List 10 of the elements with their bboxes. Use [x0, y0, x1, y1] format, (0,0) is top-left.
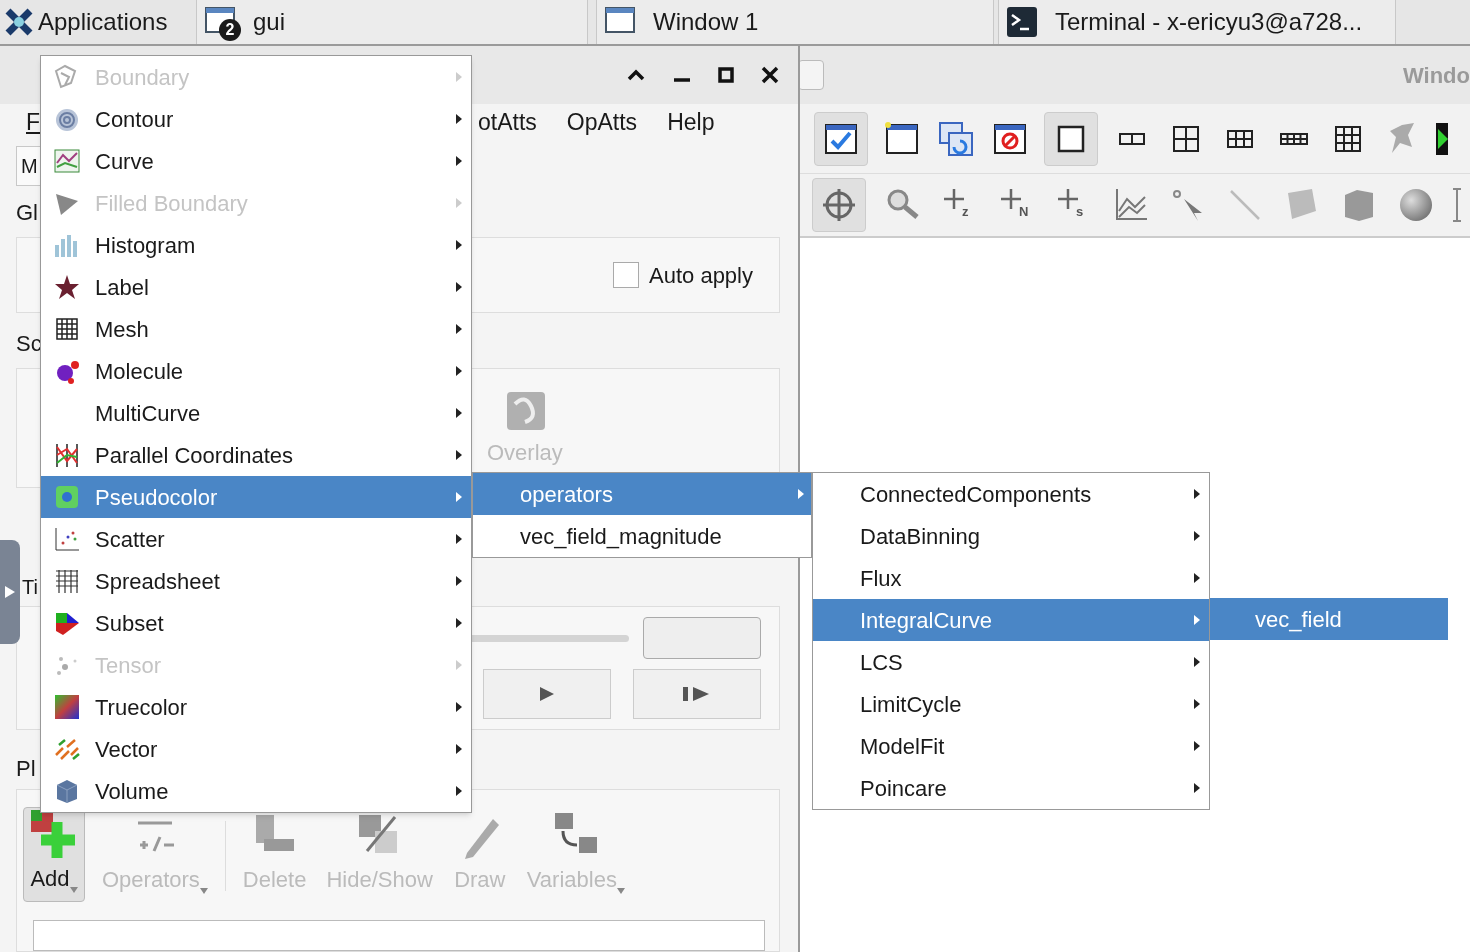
- task-title: Window 1: [653, 7, 759, 37]
- section-label: Sc: [16, 330, 42, 358]
- section-label: Gl: [16, 199, 38, 227]
- task-title: Terminal - x-ericyu3@a728...: [1055, 7, 1363, 37]
- task-title: gui: [253, 7, 286, 37]
- section-label: Ti: [22, 575, 38, 600]
- checkbox-label: Auto apply: [649, 261, 753, 290]
- count-badge: 2: [219, 19, 241, 41]
- section-label: Pl: [16, 755, 36, 783]
- window-title: Windo: [1403, 61, 1470, 90]
